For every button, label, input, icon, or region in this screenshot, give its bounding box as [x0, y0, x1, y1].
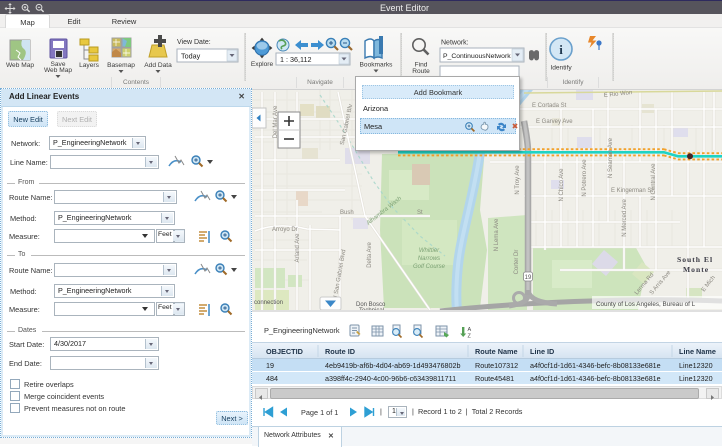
- svg-text:Bookmarks: Bookmarks: [360, 62, 394, 69]
- svg-text:Z: Z: [468, 334, 472, 340]
- svg-text:Narrows: Narrows: [418, 256, 440, 262]
- svg-text:Monte: Monte: [683, 265, 709, 274]
- svg-text:Web Map: Web Map: [44, 67, 72, 74]
- svg-text:Add Data: Add Data: [144, 62, 172, 69]
- svg-text:N Lema Ave: N Lema Ave: [494, 218, 500, 251]
- svg-text:Corter Dr: Corter Dr: [514, 250, 520, 275]
- svg-text:Today: Today: [181, 52, 201, 61]
- svg-text:E Kingerman St: E Kingerman St: [611, 188, 653, 194]
- svg-text:St: St: [417, 210, 423, 216]
- svg-text:Web Map: Web Map: [6, 62, 34, 69]
- svg-text:N Troy Ave: N Troy Ave: [515, 165, 521, 195]
- svg-text:19: 19: [525, 275, 532, 281]
- svg-text:South El: South El: [677, 255, 713, 264]
- svg-text:E Garvey Ave: E Garvey Ave: [536, 119, 573, 125]
- svg-text:County of Los Angeles, Bureau: County of Los Angeles, Bureau of L: [596, 301, 696, 308]
- svg-text:N Central Ave: N Central Ave: [651, 163, 657, 201]
- svg-text:N Merced Ave: N Merced Ave: [622, 199, 628, 237]
- svg-text:Layers: Layers: [79, 62, 99, 69]
- svg-text:Basemap: Basemap: [107, 62, 135, 69]
- svg-text:Whittier: Whittier: [419, 248, 440, 254]
- svg-text:Bush: Bush: [340, 210, 354, 216]
- svg-text:Page 1 of 1: Page 1 of 1: [301, 408, 338, 417]
- svg-text:Arland Ave: Arland Ave: [295, 233, 301, 263]
- svg-text:P_ContinuousNetwork: P_ContinuousNetwork: [443, 53, 511, 60]
- svg-text:View Date:: View Date:: [177, 39, 211, 46]
- svg-text:A: A: [468, 327, 472, 333]
- svg-text:Network:: Network:: [441, 40, 469, 47]
- svg-text:Arroyo Dr: Arroyo Dr: [272, 227, 298, 233]
- svg-text:N Seaman Ave: N Seaman Ave: [608, 137, 614, 178]
- svg-text:Identify: Identify: [550, 65, 572, 72]
- svg-text:connection: connection: [254, 300, 283, 306]
- svg-text:1 : 36,112: 1 : 36,112: [280, 55, 311, 64]
- svg-text:E Cortada St: E Cortada St: [532, 103, 567, 109]
- svg-text:i: i: [559, 42, 563, 57]
- svg-text:N Chico Ave: N Chico Ave: [559, 168, 565, 202]
- svg-text:Delta Ave: Delta Ave: [367, 242, 373, 268]
- svg-text:Explore: Explore: [251, 61, 274, 68]
- svg-text:Route: Route: [412, 68, 430, 75]
- svg-text:Golf Course: Golf Course: [413, 264, 446, 270]
- svg-text:N Potrero Ave: N Potrero Ave: [582, 159, 588, 197]
